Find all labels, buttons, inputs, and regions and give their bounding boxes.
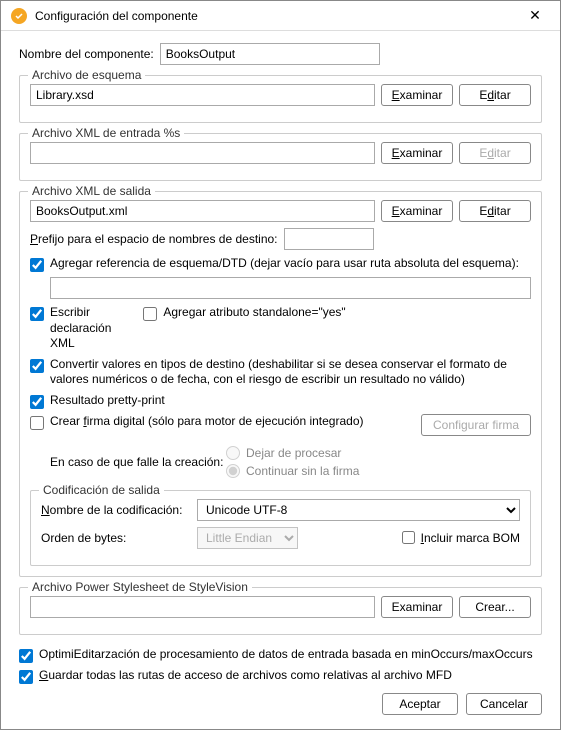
schema-browse-button[interactable]: EExaminarxaminar xyxy=(381,84,453,106)
stylevision-group: Archivo Power Stylesheet de StyleVision … xyxy=(19,587,542,635)
save-paths-label: Guardar todas las rutas de acceso de arc… xyxy=(39,668,542,684)
schema-edit-button[interactable]: EditarEditar xyxy=(459,84,531,106)
on-fail-stop-radio xyxy=(226,446,240,460)
byte-order-select: Little Endian xyxy=(197,527,298,549)
output-xml-legend: Archivo XML de salida xyxy=(28,184,155,198)
input-browse-button[interactable]: Examinar xyxy=(381,142,453,164)
on-fail-continue-label: Continuar sin la firma xyxy=(246,464,359,478)
stylevision-input[interactable] xyxy=(30,596,375,618)
include-bom-label: Incluir marca BOM xyxy=(421,531,520,545)
schema-file-legend: Archivo de esquema xyxy=(28,68,145,82)
component-name-label: Nombre del componente: xyxy=(19,47,154,61)
component-name-input[interactable] xyxy=(160,43,380,65)
encoding-name-label: Nombre de la codificación: xyxy=(41,503,191,517)
add-schema-ref-label: Agregar referencia de esquema/DTD (dejar… xyxy=(50,256,531,272)
save-paths-checkbox[interactable] xyxy=(19,670,33,684)
input-xml-input[interactable] xyxy=(30,142,375,164)
input-xml-group: Archivo XML de entrada %s Examinar Edita… xyxy=(19,133,542,181)
output-xml-group: Archivo XML de salida Examinar Editar Pr… xyxy=(19,191,542,577)
stylevision-create-button[interactable]: Crear... xyxy=(459,596,531,618)
ok-button[interactable]: Aceptar xyxy=(382,693,458,715)
byte-order-label: Orden de bytes: xyxy=(41,531,191,545)
schema-file-input[interactable] xyxy=(30,84,375,106)
stylevision-legend: Archivo Power Stylesheet de StyleVision xyxy=(28,580,252,594)
create-signature-checkbox[interactable] xyxy=(30,416,44,430)
close-icon[interactable]: ✕ xyxy=(520,7,550,24)
app-icon xyxy=(11,8,27,24)
window-title: Configuración del componente xyxy=(35,9,520,23)
output-xml-input[interactable] xyxy=(30,200,375,222)
on-fail-stop-label: Dejar de procesar xyxy=(246,446,341,460)
schema-ref-path-input[interactable] xyxy=(50,277,531,299)
encoding-legend: Codificación de salida xyxy=(39,483,164,497)
encoding-group: Codificación de salida Nombre de la codi… xyxy=(30,490,531,566)
standalone-checkbox[interactable] xyxy=(143,307,157,321)
cast-values-checkbox[interactable] xyxy=(30,359,44,373)
input-edit-button: Editar xyxy=(459,142,531,164)
prefix-input[interactable] xyxy=(284,228,374,250)
optimize-checkbox[interactable] xyxy=(19,649,33,663)
pretty-print-checkbox[interactable] xyxy=(30,395,44,409)
encoding-name-select[interactable]: Unicode UTF-8 xyxy=(197,499,520,521)
prefix-label: Prefijo para el espacio de nombres de de… xyxy=(30,232,278,246)
output-edit-button[interactable]: Editar xyxy=(459,200,531,222)
add-schema-ref-checkbox[interactable] xyxy=(30,258,44,272)
pretty-print-label: Resultado pretty-print xyxy=(50,393,531,409)
create-signature-label: Crear firma digital (sólo para motor de … xyxy=(50,414,415,430)
input-xml-legend: Archivo XML de entrada %s xyxy=(28,126,184,140)
output-browse-button[interactable]: Examinar xyxy=(381,200,453,222)
write-decl-checkbox[interactable] xyxy=(30,307,44,321)
include-bom-checkbox[interactable] xyxy=(402,531,415,544)
optimize-label: OptimiEditarzación de procesamiento de d… xyxy=(39,647,542,663)
standalone-label: Agregar atributo standalone="yes" xyxy=(163,305,531,321)
cancel-button[interactable]: Cancelar xyxy=(466,693,542,715)
stylevision-browse-button[interactable]: Examinar xyxy=(381,596,453,618)
on-fail-continue-radio xyxy=(226,464,240,478)
schema-file-group: Archivo de esquema EExaminarxaminar Edit… xyxy=(19,75,542,123)
on-fail-label: En caso de que falle la creación: xyxy=(50,455,220,469)
configure-signature-button: Configurar firma xyxy=(421,414,531,436)
cast-values-label: Convertir valores en tipos de destino (d… xyxy=(50,357,531,388)
write-decl-label: Escribir declaración XML xyxy=(50,305,111,352)
